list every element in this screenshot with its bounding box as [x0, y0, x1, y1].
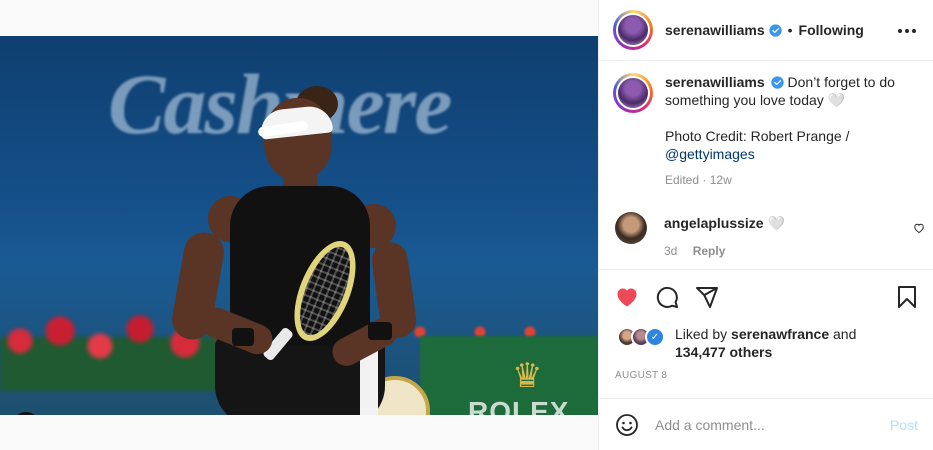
commenter-username[interactable]: angelaplussize: [664, 215, 764, 231]
comment-input[interactable]: [655, 416, 875, 433]
post-details-panel: serenawilliams • Following serenawilliam…: [598, 0, 933, 450]
verified-icon: [770, 76, 784, 89]
likes-text: Liked by serenawfrance and 134,477 other…: [675, 325, 856, 361]
liked-by-conj: and: [833, 326, 857, 342]
rolex-crown-logo: ♛: [512, 357, 543, 395]
caption-text: serenawilliams Don’t forget to do someth…: [665, 73, 920, 189]
share-icon[interactable]: [695, 285, 719, 309]
author-username[interactable]: serenawilliams: [665, 22, 765, 38]
liker-avatars: ✓: [617, 325, 671, 349]
likes-count[interactable]: 134,477 others: [675, 344, 772, 360]
sponsor-text: ROLEX: [468, 396, 570, 415]
emoji-icon[interactable]: [615, 413, 639, 437]
caption-age[interactable]: 12w: [710, 173, 732, 187]
photo-credit: Photo Credit: Robert Prange / @gettyimag…: [665, 127, 920, 163]
media-viewer: Cashmere ♛ ROLEX: [0, 0, 598, 450]
caption: serenawilliams Don’t forget to do someth…: [613, 73, 923, 189]
following-button[interactable]: Following: [799, 22, 864, 38]
comment-text: 🤍: [767, 215, 785, 231]
heart-icon[interactable]: [615, 285, 639, 309]
actions-section: ✓ Liked by serenawfrance and 134,477 oth…: [599, 269, 933, 398]
post-comment-button[interactable]: Post: [890, 417, 918, 433]
author-row: serenawilliams • Following: [665, 22, 864, 38]
author-avatar[interactable]: [613, 10, 653, 50]
comment-icon[interactable]: [655, 285, 679, 309]
verified-icon: [768, 23, 782, 37]
header-separator: •: [787, 22, 793, 38]
liker-username[interactable]: serenawfrance: [731, 326, 829, 342]
photo-credit-text: Photo Credit: Robert Prange /: [665, 128, 850, 144]
user-tag-button[interactable]: [12, 412, 40, 415]
meta-separator: ·: [702, 173, 707, 187]
author-avatar-image: [616, 13, 650, 47]
liked-by-prefix: Liked by: [675, 326, 728, 342]
edited-label: Edited: [665, 173, 700, 187]
comment-item: angelaplussize 🤍 3d Reply: [615, 212, 925, 258]
caption-avatar-image: [616, 76, 650, 110]
bookmark-icon[interactable]: [895, 285, 919, 309]
getty-images-link[interactable]: @gettyimages: [665, 146, 755, 162]
reply-button[interactable]: Reply: [693, 244, 726, 258]
comment-meta: 3d Reply: [664, 244, 785, 258]
player-wristband-right: [368, 322, 392, 340]
liker-avatar[interactable]: ✓: [645, 327, 665, 347]
more-options-icon[interactable]: [896, 22, 918, 40]
add-comment-bar: Post: [599, 398, 933, 450]
comment-body: angelaplussize 🤍 3d Reply: [664, 212, 785, 258]
action-icons-row: [615, 285, 920, 311]
likes-summary: ✓ Liked by serenawfrance and 134,477 oth…: [617, 325, 856, 361]
caption-avatar[interactable]: [613, 73, 653, 113]
post-date[interactable]: AUGUST 8: [615, 370, 667, 381]
post-header: serenawilliams • Following: [599, 0, 933, 61]
comment-like-heart-icon[interactable]: [913, 222, 925, 234]
post-photo[interactable]: Cashmere ♛ ROLEX: [0, 36, 598, 415]
caption-username[interactable]: serenawilliams: [665, 74, 765, 90]
comment-age[interactable]: 3d: [664, 244, 677, 258]
commenter-avatar[interactable]: [615, 212, 647, 244]
player-wristband-left: [232, 328, 254, 346]
caption-meta: Edited · 12w: [665, 171, 920, 189]
